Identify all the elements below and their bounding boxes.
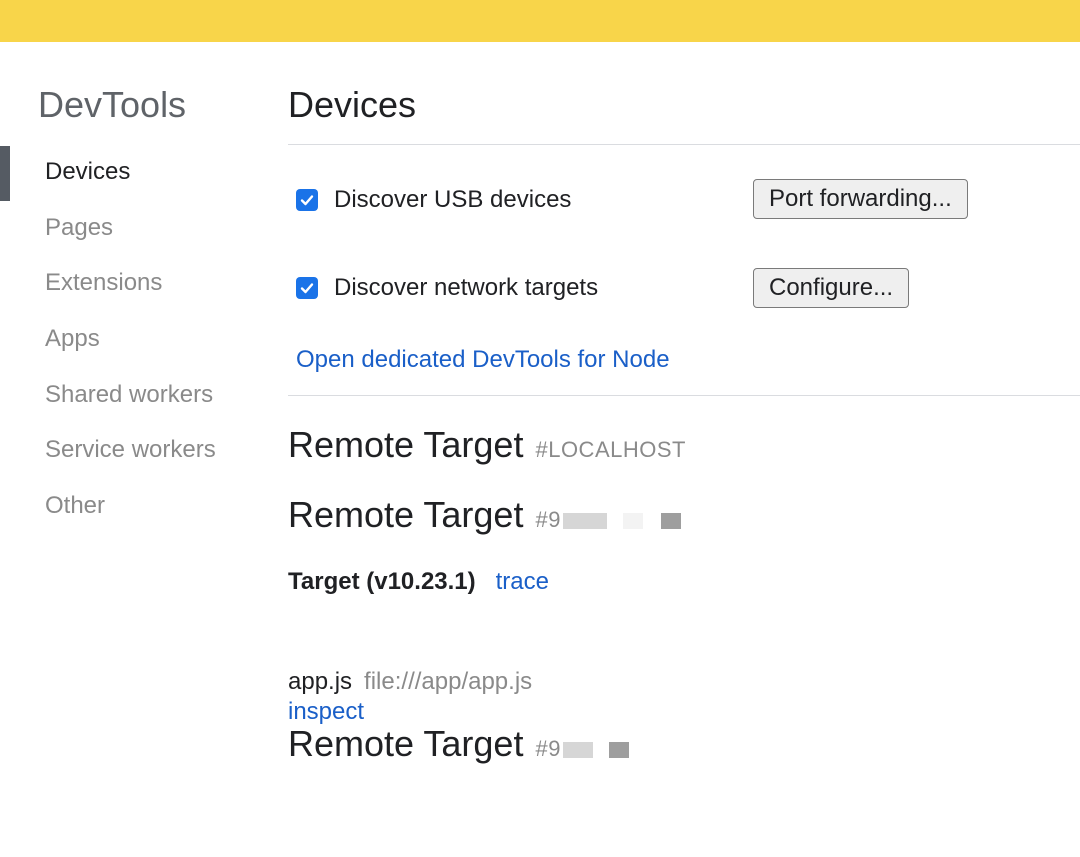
discover-network-option: Discover network targets (296, 268, 598, 308)
sidebar-item-pages[interactable]: Pages (0, 200, 270, 256)
remote-target-localhost: Remote Target #LOCALHOST (288, 424, 686, 466)
checkmark-icon (300, 195, 314, 206)
app-entry: app.js file:///app/app.js (288, 668, 532, 696)
top-banner (0, 0, 1080, 42)
discover-network-label: Discover network targets (334, 274, 599, 301)
redacted-block (622, 513, 643, 530)
app-url: file:///app/app.js (364, 668, 533, 695)
configure-button[interactable]: Configure... (753, 268, 910, 308)
remote-target-label: Remote Target (288, 424, 524, 465)
open-node-devtools-link[interactable]: Open dedicated DevTools for Node (296, 346, 670, 374)
trace-link[interactable]: trace (496, 568, 549, 596)
discover-usb-option: Discover USB devices (296, 180, 571, 220)
remote-target-label: Remote Target (288, 723, 524, 764)
redacted-block (608, 742, 629, 759)
page-title: Devices (288, 84, 417, 125)
target-name: Target (v10.23.1) (288, 568, 476, 595)
remote-target-label: Remote Target (288, 494, 524, 535)
main-content: Devices Discover USB devices Port forwar… (288, 42, 1080, 857)
remote-target-id: #9 (535, 507, 681, 533)
checkmark-icon (300, 283, 314, 294)
redacted-block (562, 513, 607, 530)
sidebar-title: DevTools (38, 84, 187, 125)
header-divider (288, 144, 1080, 145)
sidebar-item-other[interactable]: Other (0, 478, 270, 534)
remote-target-id: #9 (535, 736, 629, 762)
app-name: app.js (288, 668, 353, 695)
remote-target-device: Remote Target #9 (288, 494, 681, 536)
redacted-block (562, 742, 593, 759)
sidebar: DevTools Devices Pages Extensions Apps S… (0, 42, 270, 857)
remote-target-id-text: #9 (535, 507, 561, 532)
remote-target-device-2: Remote Target #9 (288, 723, 629, 765)
remote-target-id: #LOCALHOST (535, 437, 686, 462)
sidebar-item-shared-workers[interactable]: Shared workers (0, 367, 270, 423)
section-divider (288, 395, 1080, 396)
port-forwarding-button[interactable]: Port forwarding... (753, 179, 968, 219)
sidebar-item-extensions[interactable]: Extensions (0, 255, 270, 311)
inspect-link[interactable]: inspect (288, 698, 364, 726)
redacted-block (660, 513, 681, 530)
discover-usb-checkbox[interactable] (296, 189, 318, 211)
discover-usb-label: Discover USB devices (334, 186, 572, 213)
sidebar-item-apps[interactable]: Apps (0, 311, 270, 367)
remote-target-id-text: #9 (535, 736, 561, 761)
sidebar-item-service-workers[interactable]: Service workers (0, 422, 270, 478)
sidebar-item-devices[interactable]: Devices (0, 144, 270, 201)
discover-network-checkbox[interactable] (296, 277, 318, 299)
target-header: Target (v10.23.1) trace (288, 568, 549, 596)
sidebar-nav: Devices Pages Extensions Apps Shared wor… (0, 144, 270, 534)
